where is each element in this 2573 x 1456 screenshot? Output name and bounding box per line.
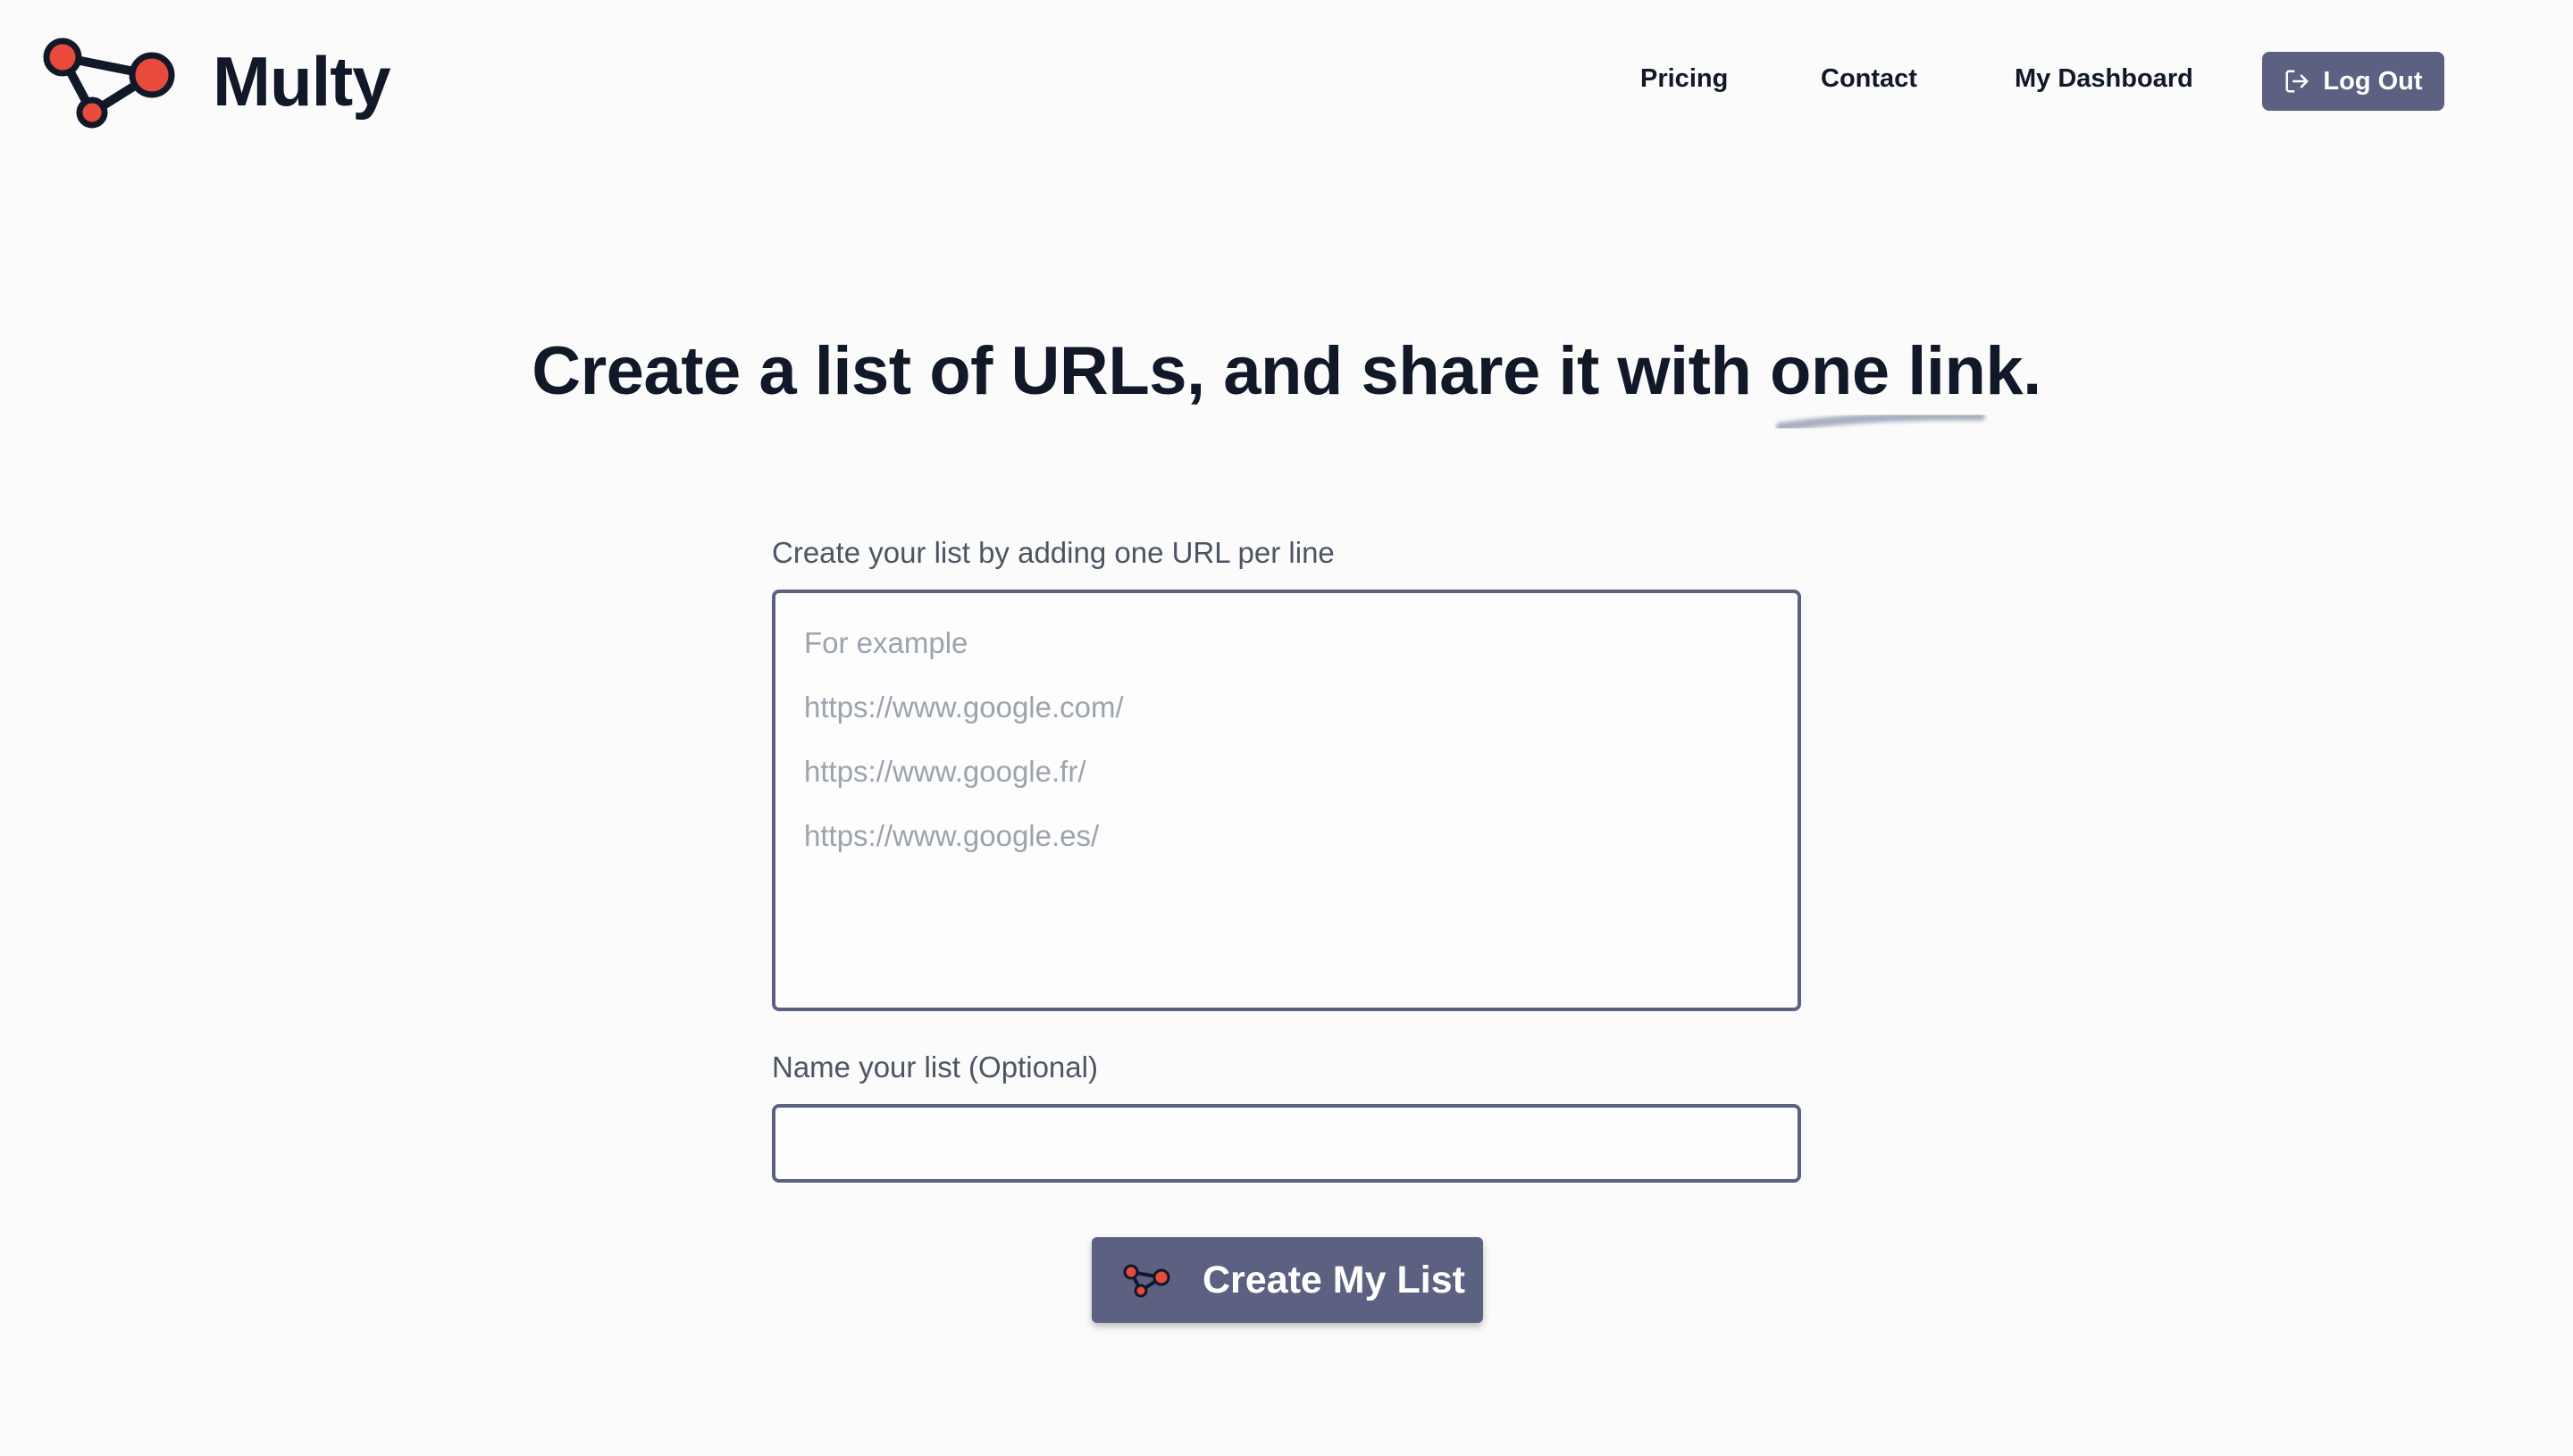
underline-stroke xyxy=(1776,411,1985,431)
page-title: Create a list of URLs, and share it with… xyxy=(532,333,2041,409)
top-nav: Pricing Contact My Dashboard Log Out xyxy=(0,52,2573,111)
urls-label: Create your list by adding one URL per l… xyxy=(772,536,1335,569)
site-header: Multy Pricing Contact My Dashboard Log O… xyxy=(0,0,2573,164)
create-list-label: Create My List xyxy=(1203,1258,1465,1301)
urls-placeholder-line: https://www.google.com/ xyxy=(804,690,1124,724)
log-out-icon xyxy=(2285,70,2309,93)
urls-placeholder-line: https://www.google.fr/ xyxy=(804,755,1086,788)
nav-link-pricing[interactable]: Pricing xyxy=(1640,64,1728,94)
create-list-button[interactable]: Create My List xyxy=(1092,1237,1483,1323)
hero-section: Create a list of URLs, and share it with… xyxy=(0,332,2573,410)
nav-link-dashboard[interactable]: My Dashboard xyxy=(2015,64,2193,94)
urls-textarea[interactable]: For example https://www.google.com/ http… xyxy=(772,590,1801,1011)
name-label: Name your list (Optional) xyxy=(772,1050,1098,1084)
logout-label: Log Out xyxy=(2323,66,2423,96)
urls-placeholder-line: For example xyxy=(804,626,968,659)
urls-placeholder-line: https://www.google.es/ xyxy=(804,819,1100,852)
nav-link-contact[interactable]: Contact xyxy=(1821,64,1917,94)
list-name-input[interactable] xyxy=(772,1104,1801,1183)
network-nodes-icon xyxy=(1123,1264,1170,1298)
create-list-form: Create your list by adding one URL per l… xyxy=(772,536,1801,1183)
logout-button[interactable]: Log Out xyxy=(2262,52,2444,111)
